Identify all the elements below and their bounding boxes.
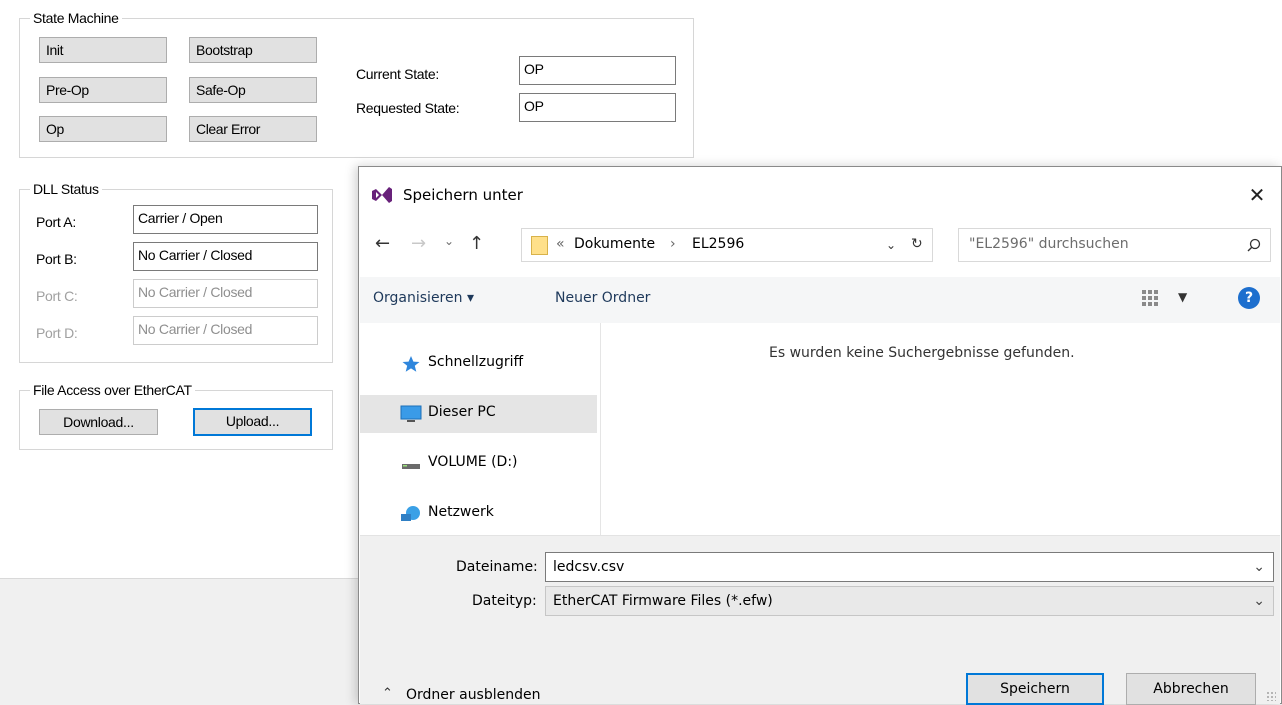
- dialog-footer: Dateiname: ledcsv.csv ⌄ Dateityp: EtherC…: [360, 535, 1280, 705]
- filetype-value: EtherCAT Firmware Files (*.efw): [553, 593, 773, 609]
- close-icon[interactable]: ✕: [1245, 183, 1269, 207]
- requested-state-field: OP: [519, 93, 676, 122]
- port-c-field: No Carrier / Closed: [133, 279, 318, 308]
- search-box[interactable]: "EL2596" durchsuchen: [958, 228, 1271, 262]
- requested-state-label: Requested State:: [356, 100, 460, 116]
- filetype-select[interactable]: EtherCAT Firmware Files (*.efw) ⌄: [545, 586, 1274, 616]
- save-as-dialog: Speichern unter ✕ ← → ⌄ ↑ « Dokumente › …: [358, 166, 1282, 705]
- breadcrumb-separator: ›: [670, 236, 676, 252]
- network-icon: [401, 506, 420, 521]
- breadcrumb-dokumente[interactable]: Dokumente: [574, 236, 655, 252]
- chevron-down-icon[interactable]: ⌄: [1253, 587, 1265, 615]
- dialog-toolbar: Organisieren ▾ Neuer Ordner ▼ ?: [360, 277, 1280, 323]
- visual-studio-icon: [372, 187, 392, 203]
- computer-icon: [400, 405, 422, 422]
- download-button[interactable]: Download...: [39, 409, 158, 435]
- empty-results-message: Es wurden keine Suchergebnisse gefunden.: [769, 345, 1075, 361]
- new-folder-button[interactable]: Neuer Ordner: [555, 290, 650, 306]
- search-icon: [1247, 238, 1261, 252]
- nav-item-label: Dieser PC: [428, 404, 496, 420]
- save-button[interactable]: Speichern: [966, 673, 1104, 705]
- port-b-label: Port B:: [36, 251, 77, 267]
- filename-field[interactable]: ledcsv.csv ⌄: [545, 552, 1274, 582]
- breadcrumb-el2596[interactable]: EL2596: [692, 236, 744, 252]
- chevron-up-icon[interactable]: ⌃: [382, 686, 393, 701]
- search-input[interactable]: "EL2596" durchsuchen: [969, 236, 1129, 252]
- file-access-legend: File Access over EtherCAT: [30, 381, 195, 399]
- nav-item-label: VOLUME (D:): [428, 454, 518, 470]
- nav-item-label: Schnellzugriff: [428, 354, 524, 370]
- cancel-button[interactable]: Abbrechen: [1126, 673, 1256, 705]
- port-a-label: Port A:: [36, 214, 76, 230]
- filename-label: Dateiname:: [456, 559, 538, 575]
- resize-grip-icon[interactable]: [1266, 691, 1276, 701]
- pre-op-button[interactable]: Pre-Op: [39, 77, 167, 103]
- port-b-field: No Carrier / Closed: [133, 242, 318, 271]
- upload-button[interactable]: Upload...: [193, 408, 312, 436]
- nav-item-label: Netzwerk: [428, 504, 494, 520]
- chevron-down-icon[interactable]: ⌄: [1253, 553, 1265, 581]
- filename-value: ledcsv.csv: [553, 559, 625, 575]
- port-d-field: No Carrier / Closed: [133, 316, 318, 345]
- drive-icon: [402, 464, 420, 469]
- filetype-label: Dateityp:: [472, 593, 537, 609]
- nav-item-quick-access[interactable]: Schnellzugriff: [360, 345, 597, 383]
- star-icon: [402, 356, 420, 372]
- clear-error-button[interactable]: Clear Error: [189, 116, 317, 142]
- current-state-field: OP: [519, 56, 676, 85]
- organize-button[interactable]: Organisieren ▾: [373, 290, 474, 306]
- state-machine-legend: State Machine: [30, 9, 122, 27]
- address-bar[interactable]: « Dokumente › EL2596 ⌄ ↻: [521, 228, 933, 262]
- init-button[interactable]: Init: [39, 37, 167, 63]
- view-options-icon[interactable]: [1141, 289, 1159, 307]
- address-dropdown-icon[interactable]: ⌄: [886, 238, 896, 252]
- recent-locations-icon[interactable]: ⌄: [444, 234, 454, 248]
- help-icon[interactable]: ?: [1238, 287, 1260, 309]
- op-button[interactable]: Op: [39, 116, 167, 142]
- current-state-label: Current State:: [356, 66, 439, 82]
- bootstrap-button[interactable]: Bootstrap: [189, 37, 317, 63]
- dialog-title: Speichern unter: [403, 186, 523, 204]
- dll-status-legend: DLL Status: [30, 180, 102, 198]
- nav-item-volume-d[interactable]: VOLUME (D:): [360, 445, 597, 483]
- nav-item-network[interactable]: Netzwerk: [360, 495, 597, 533]
- view-dropdown-icon[interactable]: ▼: [1178, 290, 1187, 304]
- port-a-field: Carrier / Open: [133, 205, 318, 234]
- folder-icon: [531, 236, 548, 255]
- forward-icon[interactable]: →: [411, 233, 426, 254]
- hide-folders-button[interactable]: Ordner ausblenden: [406, 687, 541, 703]
- port-c-label: Port C:: [36, 288, 78, 304]
- safe-op-button[interactable]: Safe-Op: [189, 77, 317, 103]
- overflow-chevron-icon[interactable]: «: [556, 236, 565, 252]
- nav-item-this-pc[interactable]: Dieser PC: [360, 395, 597, 433]
- navigation-pane: Schnellzugriff Dieser PC VOLUME (D:) Net…: [360, 323, 601, 535]
- up-icon[interactable]: ↑: [469, 233, 484, 254]
- back-icon[interactable]: ←: [375, 233, 390, 254]
- port-d-label: Port D:: [36, 325, 78, 341]
- refresh-icon[interactable]: ↻: [911, 236, 923, 252]
